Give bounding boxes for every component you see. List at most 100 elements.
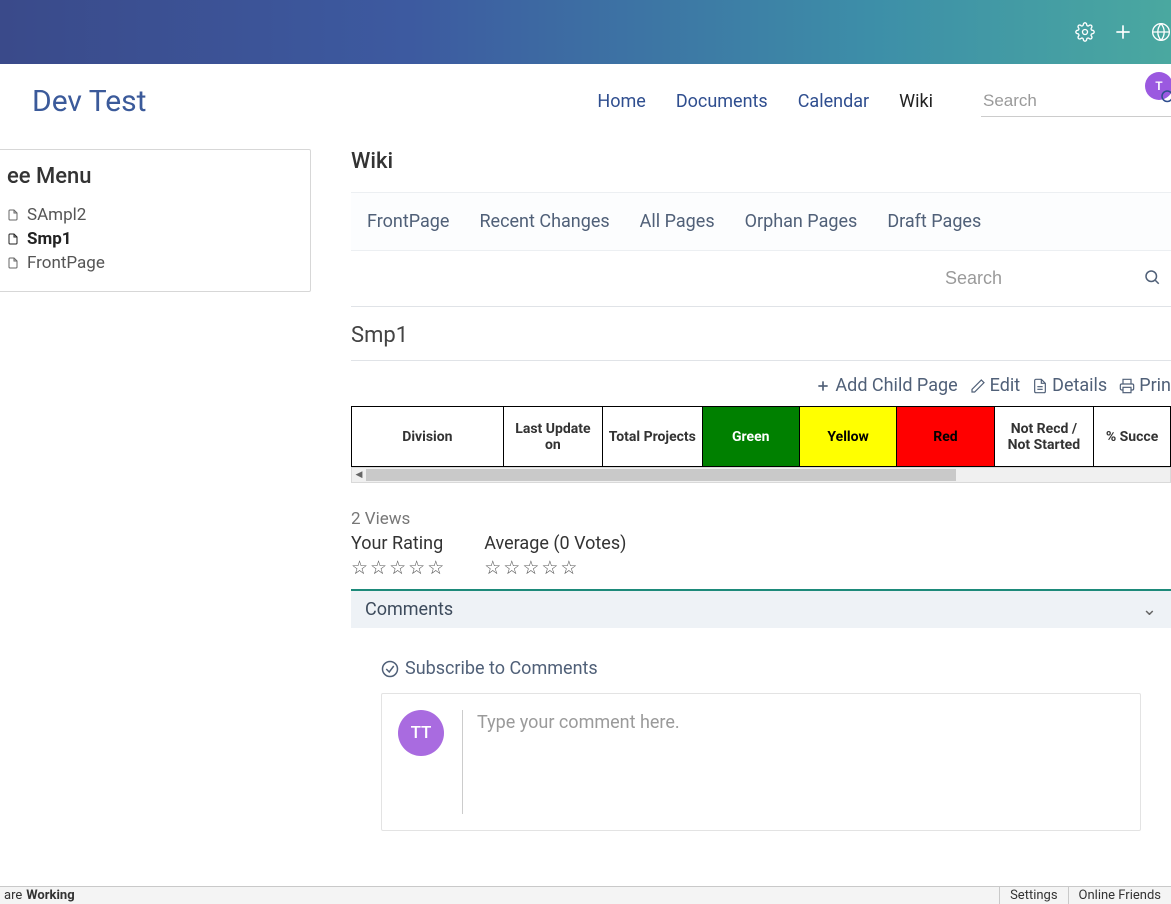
star-icon: ☆ [503,556,520,579]
tree-item-label: FrontPage [27,253,105,273]
star-icon[interactable]: ☆ [351,556,368,579]
subscribe-label: Subscribe to Comments [405,658,598,679]
page-actions: Add Child Page Edit Details Prin [351,361,1171,406]
tree-item-label: SAmpl2 [27,205,86,225]
wiki-tabs: FrontPage Recent Changes All Pages Orpha… [351,192,1171,251]
tree-menu-card: ee Menu SAmpl2 Smp1 FrontPage [0,149,311,292]
star-icon: ☆ [560,556,577,579]
header-search-input[interactable] [981,90,1141,112]
header-search [981,86,1171,117]
th-not-recd: Not Recd / Not Started [994,407,1093,467]
add-child-page-button[interactable]: Add Child Page [815,375,957,396]
topbar [0,0,1171,64]
star-icon[interactable]: ☆ [408,556,425,579]
th-division: Division [352,407,504,467]
th-pct-success: % Succe [1094,407,1171,467]
your-rating-block: Your Rating ☆ ☆ ☆ ☆ ☆ [351,533,444,579]
tree-item[interactable]: SAmpl2 [7,203,294,227]
check-circle-icon [381,660,399,678]
your-rating-label: Your Rating [351,533,444,554]
commenter-avatar: TT [398,710,444,756]
statusbar-left: are Working [4,888,75,903]
nav-home[interactable]: Home [597,91,645,112]
statusbar-online-friends[interactable]: Online Friends [1068,887,1171,904]
statusbar-status: Working [26,888,74,903]
commenter-avatar-initials: TT [411,723,432,743]
page-icon [7,232,21,246]
gear-icon[interactable] [1075,22,1095,42]
star-icon[interactable]: ☆ [370,556,387,579]
plus-icon[interactable] [1113,22,1133,42]
th-green: Green [702,407,799,467]
statusbar-right: Settings Online Friends [999,887,1171,904]
tab-frontpage[interactable]: FrontPage [367,211,449,232]
th-total-projects: Total Projects [603,407,702,467]
comment-input[interactable] [462,710,1124,814]
add-child-page-label: Add Child Page [835,375,957,396]
edit-button[interactable]: Edit [970,375,1020,396]
tab-all-pages[interactable]: All Pages [640,211,715,232]
nav-wiki[interactable]: Wiki [899,91,933,112]
statusbar-prefix: are [4,888,22,903]
details-label: Details [1052,375,1107,396]
search-icon[interactable] [1143,268,1161,290]
tree-item[interactable]: Smp1 [7,227,294,251]
status-table-wrap: Division Last Update on Total Projects G… [351,406,1171,483]
pencil-icon [970,378,986,394]
wiki-title: Wiki [351,149,1171,174]
print-label: Prin [1139,375,1171,396]
chevron-down-icon: ⌄ [1142,599,1157,620]
rating-row: Your Rating ☆ ☆ ☆ ☆ ☆ Average (0 Votes) … [351,533,1171,579]
content: Wiki FrontPage Recent Changes All Pages … [351,149,1171,841]
horizontal-scrollbar[interactable]: ◀ [351,467,1171,483]
comments-title: Comments [365,599,453,620]
table-row: Division Last Update on Total Projects G… [352,407,1171,467]
avg-rating-stars: ☆ ☆ ☆ ☆ ☆ [484,556,626,579]
printer-icon [1119,378,1135,394]
nav-calendar[interactable]: Calendar [798,91,869,112]
nav-documents[interactable]: Documents [676,91,768,112]
tree-menu-title: ee Menu [7,164,294,189]
scroll-left-arrow-icon[interactable]: ◀ [353,469,365,481]
scrollbar-thumb[interactable] [366,469,956,481]
edit-label: Edit [990,375,1020,396]
views-count: 2 Views [351,509,1171,529]
tab-draft-pages[interactable]: Draft Pages [887,211,981,232]
globe-icon[interactable] [1151,22,1171,42]
statusbar-settings[interactable]: Settings [999,887,1067,904]
avg-rating-block: Average (0 Votes) ☆ ☆ ☆ ☆ ☆ [484,533,626,579]
tree-item[interactable]: FrontPage [7,251,294,275]
star-icon: ☆ [522,556,539,579]
wiki-page-name: Smp1 [351,307,1171,361]
th-red: Red [897,407,994,467]
site-title[interactable]: Dev Test [32,84,146,119]
your-rating-stars: ☆ ☆ ☆ ☆ ☆ [351,556,444,579]
status-table: Division Last Update on Total Projects G… [351,406,1171,467]
th-last-update: Last Update on [503,407,602,467]
comments-body: Subscribe to Comments TT [351,628,1171,841]
main-nav: Home Documents Calendar Wiki [597,91,941,112]
star-icon[interactable]: ☆ [427,556,444,579]
details-button[interactable]: Details [1032,375,1107,396]
page-icon [7,208,21,222]
comment-compose-box: TT [381,693,1141,831]
site-header: Dev Test Home Documents Calendar Wiki [0,64,1171,139]
document-icon [1032,378,1048,394]
wiki-search-row [351,251,1171,307]
star-icon: ☆ [541,556,558,579]
search-icon[interactable] [1159,88,1171,110]
tree-item-label: Smp1 [27,229,72,249]
print-button[interactable]: Prin [1119,375,1171,396]
star-icon[interactable]: ☆ [389,556,406,579]
tab-orphan-pages[interactable]: Orphan Pages [745,211,858,232]
main: ee Menu SAmpl2 Smp1 FrontPage Wiki Front… [0,139,1171,841]
wiki-search-input[interactable] [943,267,1133,290]
avg-rating-label: Average (0 Votes) [484,533,626,554]
tab-recent-changes[interactable]: Recent Changes [479,211,609,232]
plus-icon [815,378,831,394]
th-yellow: Yellow [799,407,896,467]
page-icon [7,256,21,270]
star-icon: ☆ [484,556,501,579]
subscribe-comments-button[interactable]: Subscribe to Comments [381,658,1141,679]
comments-panel-header[interactable]: Comments ⌄ [351,589,1171,628]
